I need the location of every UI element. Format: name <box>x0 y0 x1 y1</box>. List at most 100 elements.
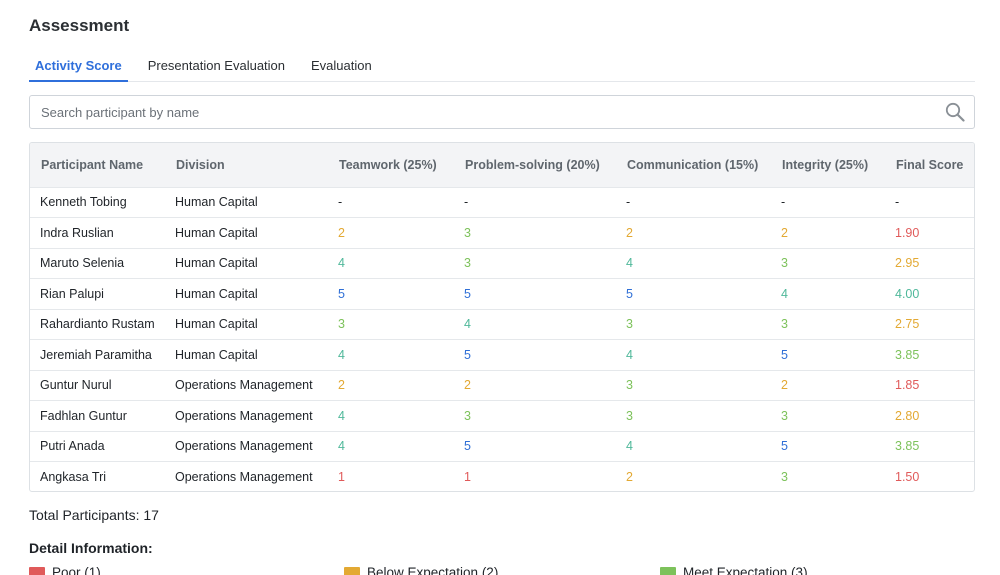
participant-name-cell: Putri Anada <box>40 439 105 454</box>
communication-score-cell: 3 <box>626 408 633 423</box>
division-cell: Operations Management <box>175 378 313 393</box>
tab-bar: Activity Score Presentation Evaluation E… <box>29 50 975 82</box>
page-title: Assessment <box>29 16 130 35</box>
search-icon[interactable] <box>945 102 965 122</box>
integrity-score-cell: 3 <box>781 470 788 484</box>
division-cell: Human Capital <box>175 286 258 301</box>
teamwork-score-cell: 2 <box>338 225 345 240</box>
tab-evaluation[interactable]: Evaluation <box>305 50 378 82</box>
communication-score-cell: 5 <box>626 286 633 301</box>
division-cell: Human Capital <box>175 347 258 362</box>
legend-swatch-meet-expectation <box>660 566 676 575</box>
final-score-cell: 3.85 <box>895 347 920 362</box>
participant-name-cell: Indra Ruslian <box>40 225 114 240</box>
legend-swatch-below-expectation <box>344 566 360 575</box>
teamwork-score-cell: 4 <box>338 408 345 423</box>
score-table: Participant Name Division Teamwork (25%)… <box>30 143 974 492</box>
communication-score-cell: 2 <box>626 225 633 240</box>
communication-score-cell: 4 <box>626 256 633 271</box>
column-header-teamwork[interactable]: Teamwork (25%) <box>328 143 454 187</box>
participant-name-cell: Maruto Selenia <box>40 256 125 271</box>
participant-name-cell: Rian Palupi <box>40 286 104 301</box>
communication-score-cell: 4 <box>626 439 633 454</box>
teamwork-score-cell: 2 <box>338 378 345 393</box>
legend-label-below-expectation: Below Expectation (2) <box>367 565 499 575</box>
tab-presentation-evaluation[interactable]: Presentation Evaluation <box>142 50 291 82</box>
table-row[interactable]: Putri Anada Operations Management 4 5 4 5 3.85 <box>30 431 974 462</box>
division-cell: Operations Management <box>175 408 313 423</box>
legend-item-poor: Poor (1) <box>29 565 101 575</box>
total-participants: Total Participants: 17 <box>29 507 159 523</box>
legend-label-poor: Poor (1) <box>52 565 101 575</box>
participant-name-cell: Angkasa Tri <box>40 470 107 484</box>
problem-solving-score-cell: 5 <box>464 286 471 301</box>
column-header-integrity[interactable]: Integrity (25%) <box>771 143 885 187</box>
table-row[interactable]: Guntur Nurul Operations Management 2 2 3 2 1.8… <box>30 370 974 401</box>
detail-information-heading: Detail Information: <box>29 540 153 556</box>
division-cell: Operations Management <box>175 470 313 484</box>
integrity-score-cell: 2 <box>781 378 788 393</box>
integrity-score-cell: 5 <box>781 347 788 362</box>
teamwork-score-cell: 5 <box>338 286 345 301</box>
table-row[interactable]: Rian Palupi Human Capital 5 5 5 4 4.00 <box>30 278 974 310</box>
legend-item-below-expectation: Below Expectation (2) <box>344 565 498 575</box>
integrity-score-cell: 3 <box>781 256 788 271</box>
search-input[interactable] <box>30 96 930 128</box>
teamwork-score-cell: 4 <box>338 256 345 271</box>
assessment-panel: Assessment Activity Score Presentation E… <box>0 0 1000 575</box>
table-row[interactable]: Rahardianto Rustam Human Capital 3 4 3 3 2.75 <box>30 309 974 340</box>
legend-swatch-poor <box>29 566 45 575</box>
table-row[interactable]: Kenneth Tobing Human Capital - - - - - <box>30 187 974 218</box>
column-header-division[interactable]: Division <box>165 143 328 187</box>
problem-solving-score-cell: 3 <box>464 225 471 240</box>
table-row[interactable]: Angkasa Tri Operations Management 1 1 2 3 1.50 <box>30 461 974 492</box>
final-score-cell: 1.85 <box>895 378 920 393</box>
final-score-cell: 1.90 <box>895 225 920 240</box>
column-header-communication[interactable]: Communication (15%) <box>616 143 771 187</box>
table-row[interactable]: Maruto Selenia Human Capital 4 3 4 3 2.95 <box>30 248 974 279</box>
column-header-problem-solving[interactable]: Problem-solving (20%) <box>454 143 616 187</box>
integrity-score-cell: 3 <box>781 408 788 423</box>
final-score-cell: 2.75 <box>895 317 920 332</box>
table-row[interactable]: Fadhlan Guntur Operations Management 4 3 3 3 2… <box>30 400 974 432</box>
table-body: Kenneth Tobing Human Capital - - - - - Indra Ru… <box>30 187 974 492</box>
search-box <box>29 95 975 129</box>
participant-name-cell: Rahardianto Rustam <box>40 317 155 332</box>
score-table-container: Participant Name Division Teamwork (25%)… <box>29 142 975 492</box>
division-cell: Human Capital <box>175 225 258 240</box>
column-header-participant-name[interactable]: Participant Name <box>30 143 165 187</box>
division-cell: Human Capital <box>175 256 258 271</box>
communication-score-cell: 3 <box>626 378 633 393</box>
division-cell: Human Capital <box>175 195 258 210</box>
problem-solving-score-cell: - <box>464 195 469 210</box>
problem-solving-score-cell: 1 <box>464 470 471 484</box>
tab-activity-score[interactable]: Activity Score <box>29 50 128 82</box>
table-row[interactable]: Jeremiah Paramitha Human Capital 4 5 4 5 3.85 <box>30 339 974 371</box>
integrity-score-cell: 3 <box>781 317 788 332</box>
problem-solving-score-cell: 5 <box>464 347 471 362</box>
problem-solving-score-cell: 5 <box>464 439 471 454</box>
table-header-row: Participant Name Division Teamwork (25%)… <box>30 143 974 187</box>
integrity-score-cell: - <box>781 195 786 210</box>
communication-score-cell: 4 <box>626 347 633 362</box>
division-cell: Operations Management <box>175 439 313 454</box>
teamwork-score-cell: 4 <box>338 439 345 454</box>
final-score-cell: 3.85 <box>895 439 920 454</box>
legend-label-meet-expectation: Meet Expectation (3) <box>683 565 808 575</box>
participant-name-cell: Jeremiah Paramitha <box>40 347 152 362</box>
column-header-final-score[interactable]: Final Score <box>885 143 974 187</box>
table-row[interactable]: Indra Ruslian Human Capital 2 3 2 2 1.90 <box>30 217 974 249</box>
score-legend: Poor (1) Below Expectation (2) Meet Expe… <box>29 565 975 575</box>
teamwork-score-cell: 4 <box>338 347 345 362</box>
final-score-cell: 2.95 <box>895 256 920 271</box>
integrity-score-cell: 5 <box>781 439 788 454</box>
communication-score-cell: 3 <box>626 317 633 332</box>
problem-solving-score-cell: 3 <box>464 256 471 271</box>
division-cell: Human Capital <box>175 317 258 332</box>
final-score-cell: 4.00 <box>895 286 920 301</box>
teamwork-score-cell: 1 <box>338 470 345 484</box>
communication-score-cell: 2 <box>626 470 633 484</box>
final-score-cell: 2.80 <box>895 408 920 423</box>
integrity-score-cell: 4 <box>781 286 788 301</box>
teamwork-score-cell: - <box>338 195 343 210</box>
